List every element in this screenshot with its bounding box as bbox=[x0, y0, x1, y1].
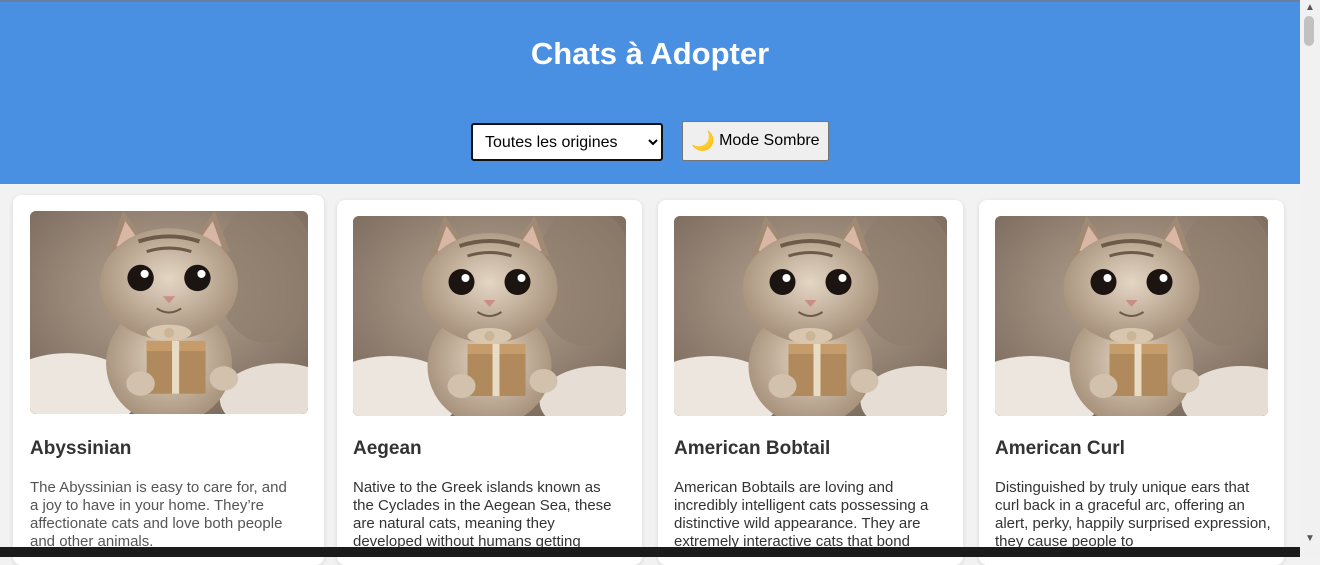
cat-card-american-bobtail[interactable]: American Bobtail American Bobtails are l… bbox=[658, 200, 963, 565]
cat-description: Distinguished by truly unique ears that … bbox=[995, 479, 1271, 550]
origin-filter-select[interactable]: Toutes les origines bbox=[471, 123, 663, 161]
moon-icon: 🌙 bbox=[691, 130, 716, 152]
cat-photo bbox=[353, 216, 626, 416]
taskbar-strip bbox=[0, 547, 1300, 557]
cat-card-abyssinian[interactable]: Abyssinian The Abyssinian is easy to car… bbox=[13, 195, 324, 565]
cat-name: Abyssinian bbox=[30, 438, 132, 459]
cat-description: The Abyssinian is easy to care for, and … bbox=[30, 479, 287, 550]
cat-photo bbox=[30, 211, 308, 414]
cat-description: American Bobtails are loving and incredi… bbox=[674, 479, 929, 550]
page-header: Chats à Adopter Toutes les origines 🌙 Mo… bbox=[0, 0, 1300, 184]
cat-name: American Bobtail bbox=[674, 438, 831, 459]
cat-description: Native to the Greek islands known as the… bbox=[353, 479, 612, 550]
scrollbar-thumb[interactable] bbox=[1304, 16, 1314, 46]
vertical-scrollbar[interactable]: ▲ ▼ bbox=[1300, 0, 1320, 557]
cat-name: Aegean bbox=[353, 438, 422, 459]
cat-photo bbox=[995, 216, 1268, 416]
dark-mode-button-label: Mode Sombre bbox=[719, 132, 820, 149]
page-title: Chats à Adopter bbox=[530, 36, 770, 71]
cat-name: American Curl bbox=[995, 438, 1125, 459]
dark-mode-button[interactable]: 🌙 Mode Sombre bbox=[682, 121, 829, 161]
cat-card-aegean[interactable]: Aegean Native to the Greek islands known… bbox=[337, 200, 642, 565]
scroll-up-arrow-icon[interactable]: ▲ bbox=[1300, 0, 1320, 16]
cat-card-american-curl[interactable]: American Curl Distinguished by truly uni… bbox=[979, 200, 1284, 565]
scroll-down-arrow-icon[interactable]: ▼ bbox=[1300, 531, 1320, 547]
cat-photo bbox=[674, 216, 947, 416]
